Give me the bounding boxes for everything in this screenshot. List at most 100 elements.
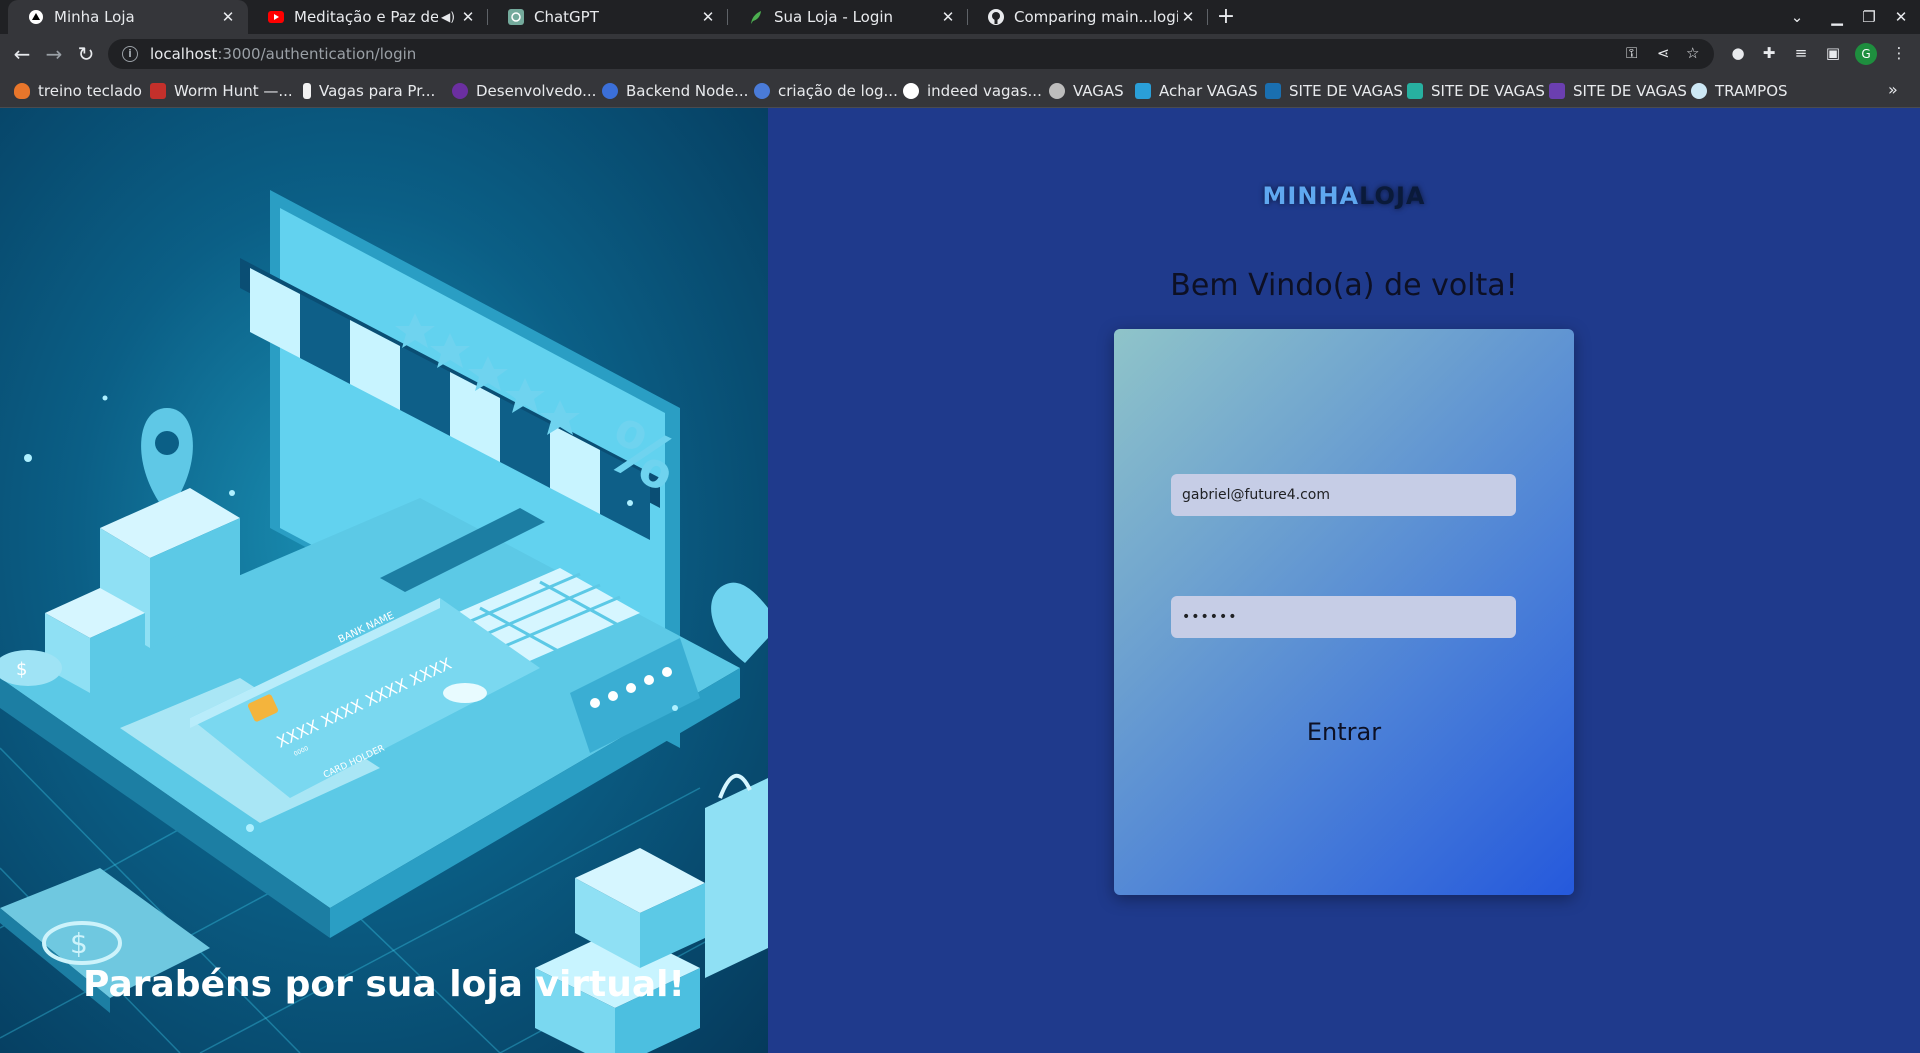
tab-title: Minha Loja [54,8,135,26]
chatgpt-icon [508,9,524,25]
address-bar[interactable]: i localhost :3000/authentication/login ⚿… [108,39,1714,69]
new-tab-button[interactable]: + [1212,3,1240,31]
profile-avatar[interactable]: G [1855,43,1877,65]
bookmark-label: Vagas para Pr... [319,82,436,100]
tab-chatgpt[interactable]: ChatGPT ✕ [488,0,728,34]
reload-icon[interactable]: ↻ [72,40,100,68]
restore-icon[interactable]: ❐ [1855,4,1883,30]
bookmark-label: treino teclado [38,82,142,100]
browser-toolbar: ← → ↻ i localhost :3000/authentication/l… [0,34,1920,74]
logo-part-1: MINHA [1262,182,1360,210]
back-arrow-icon[interactable]: ← [8,40,36,68]
tab-github-compare[interactable]: Comparing main...login · F ✕ [968,0,1208,34]
extension-search-icon[interactable]: ● [1727,44,1749,62]
bookmark-item[interactable]: Worm Hunt —... [150,81,293,101]
bookmark-label: SITE DE VAGAS [1289,82,1403,100]
store-logo[interactable]: MINHALOJA [768,182,1920,210]
youtube-icon [268,9,284,25]
bookmark-item[interactable]: Backend Node... [602,81,748,101]
site-icon [1265,83,1281,99]
bookmark-label: Desenvolvedo... [476,82,597,100]
bookmark-item[interactable]: SITE DE VAGAS [1549,81,1687,101]
fire-icon [14,83,30,99]
hammer-icon [303,83,311,99]
close-tab-icon[interactable]: ✕ [218,8,238,26]
site-icon [602,83,618,99]
login-page: XXXX XXXX XXXX XXXX BANK NAME CARD HOLDE… [0,108,1920,1053]
welcome-heading: Bem Vindo(a) de volta! [1170,268,1518,303]
tab-title: Comparing main...login · F [1014,8,1178,26]
close-tab-icon[interactable]: ✕ [938,8,958,26]
bookmark-label: VAGAS [1073,82,1124,100]
logo-part-2: LOJA [1359,182,1426,210]
forward-arrow-icon[interactable]: → [40,40,68,68]
hero-panel: XXXX XXXX XXXX XXXX BANK NAME CARD HOLDE… [0,108,768,1053]
minimize-icon[interactable]: ▁ [1823,4,1851,30]
site-icon [1691,83,1707,99]
bookmark-label: TRAMPOS [1715,82,1788,100]
info-circle-icon [903,83,919,99]
tab-search-icon[interactable]: ⌄ [1783,4,1811,30]
bookmark-item[interactable]: Vagas para Pr... [303,81,435,101]
bookmark-label: SITE DE VAGAS [1431,82,1545,100]
close-tab-icon[interactable]: ✕ [458,8,478,26]
tab-minha-loja[interactable]: Minha Loja ✕ [8,0,248,34]
congrats-heading: Parabéns por sua loja virtual! [83,964,685,1005]
bookmark-label: indeed vagas... [927,82,1042,100]
bookmark-item[interactable]: VAGAS [1049,81,1124,101]
bookmark-label: Worm Hunt —... [174,82,293,100]
tab-strip: Minha Loja ✕ Meditação e Paz de Es ◀) ✕ … [0,0,1920,34]
bookmark-star-icon[interactable]: ☆ [1686,44,1699,62]
site-icon [1135,83,1151,99]
bookmark-item[interactable]: Achar VAGAS [1135,81,1258,101]
dollar-sign-icon: $ [16,659,27,680]
bookmark-item[interactable]: SITE DE VAGAS [1407,81,1545,101]
bookmarks-bar: treino teclado Worm Hunt —... Vagas para… [0,74,1920,108]
bookmark-item[interactable]: criação de log... [754,81,898,101]
worm-icon [150,83,166,99]
tab-title: Meditação e Paz de Es [294,8,438,26]
bookmark-item[interactable]: treino teclado [14,81,142,101]
dollar-sign-icon: $ [70,927,88,960]
side-panel-icon[interactable]: ▣ [1822,44,1844,62]
bookmark-label: Backend Node... [626,82,749,100]
login-button[interactable]: Entrar [1244,707,1444,757]
tab-sua-loja-login[interactable]: Sua Loja - Login ✕ [728,0,968,34]
globe-icon [1049,83,1065,99]
more-bookmarks-icon[interactable]: » [1888,80,1898,99]
leaf-icon [748,9,764,25]
tab-meditacao[interactable]: Meditação e Paz de Es ◀) ✕ [248,0,488,34]
site-icon [1549,83,1565,99]
media-control-icon[interactable]: ≡ [1790,44,1812,62]
triangle-icon [28,9,44,25]
tab-title: ChatGPT [534,8,599,26]
site-icon [754,83,770,99]
github-icon [988,9,1004,25]
password-field[interactable] [1171,596,1516,638]
bookmark-label: SITE DE VAGAS [1573,82,1687,100]
bookmark-label: Achar VAGAS [1159,82,1258,100]
url-host: localhost [150,45,218,63]
site-info-icon[interactable]: i [122,46,138,62]
bookmark-label: criação de log... [778,82,898,100]
tab-separator [1207,9,1208,25]
login-panel: MINHALOJA Bem Vindo(a) de volta! Entrar [768,108,1920,1053]
site-icon [452,83,468,99]
close-tab-icon[interactable]: ✕ [1178,8,1198,26]
bookmark-item[interactable]: Desenvolvedo... [452,81,596,101]
puzzle-extensions-icon[interactable]: ✚ [1758,44,1780,62]
speaker-icon[interactable]: ◀) [438,10,458,24]
email-field[interactable] [1171,474,1516,516]
bookmark-item[interactable]: indeed vagas... [903,81,1042,101]
tab-title: Sua Loja - Login [774,8,894,26]
close-window-icon[interactable]: ✕ [1887,4,1915,30]
share-icon[interactable]: ⋖ [1657,44,1670,62]
login-card: Entrar [1114,329,1574,895]
close-tab-icon[interactable]: ✕ [698,8,718,26]
kebab-menu-icon[interactable]: ⋮ [1888,44,1910,62]
site-icon [1407,83,1423,99]
online-shop-illustration: XXXX XXXX XXXX XXXX BANK NAME CARD HOLDE… [0,190,768,1053]
bookmark-item[interactable]: TRAMPOS [1691,81,1788,101]
bookmark-item[interactable]: SITE DE VAGAS [1265,81,1403,101]
key-icon[interactable]: ⚿ [1626,44,1637,62]
